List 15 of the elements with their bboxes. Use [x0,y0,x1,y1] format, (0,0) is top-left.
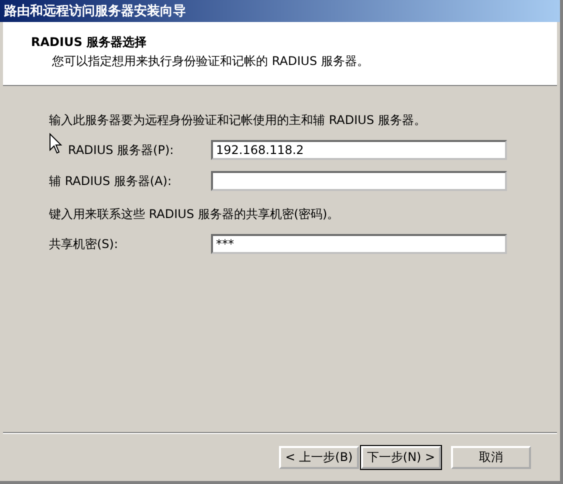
window-title: 路由和远程访问服务器安装向导 [0,0,560,22]
wizard-button[interactable]: 取消 [451,446,531,468]
page-subtitle: 您可以指定想用来执行身份验证和记帐的 RADIUS 服务器。 [51,53,370,70]
cursor-icon [49,133,63,155]
instruction-text: 输入此服务器要为远程身份验证和记帐使用的主和辅 RADIUS 服务器。 [49,112,427,129]
server-field[interactable]: 192.168.118.2 [211,140,507,160]
server-field[interactable] [211,171,507,191]
field-label: 共享机密(S): [49,236,120,252]
instruction-text: 键入用来联系这些 RADIUS 服务器的共享机密(密码)。 [49,206,340,223]
page-title: RADIUS 服务器选择 [31,34,148,51]
secret-field[interactable]: *** [211,234,507,254]
field-label: 辅 RADIUS 服务器(A): [49,172,172,190]
field-label: RADIUS 服务器(P): [68,142,175,158]
wizard-button[interactable]: < 上一步(B) [279,446,359,468]
wizard-button[interactable]: 下一步(N) > [361,446,441,468]
